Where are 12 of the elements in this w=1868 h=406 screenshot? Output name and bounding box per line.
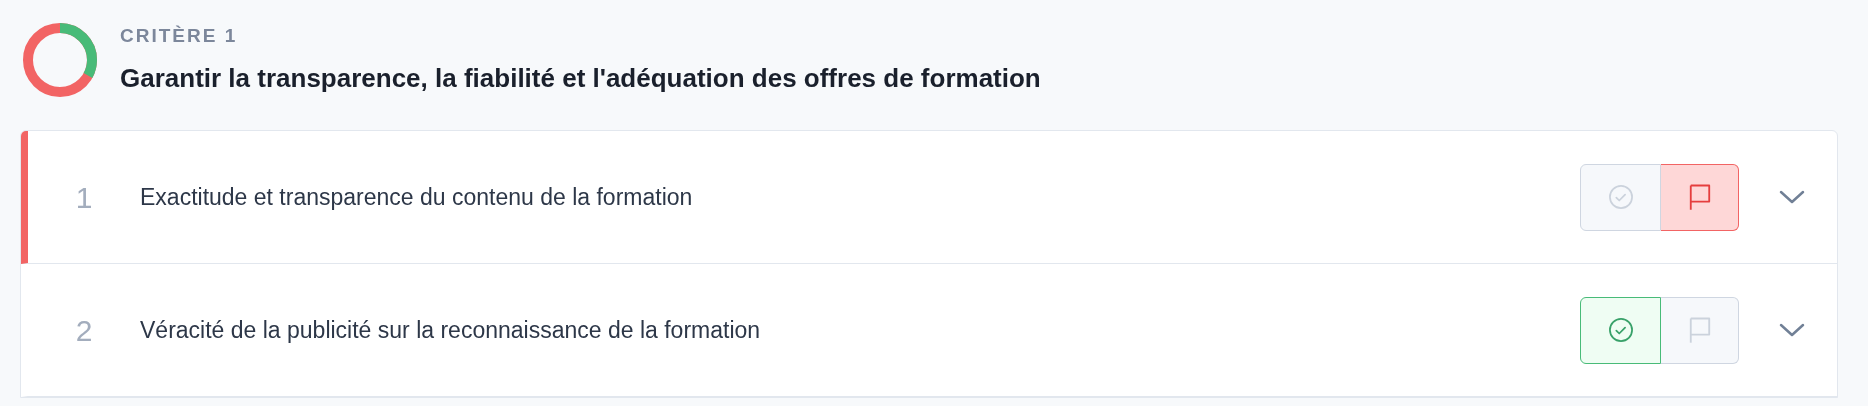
- validate-button[interactable]: [1580, 296, 1661, 364]
- criterion-label: CRITÈRE 1: [120, 24, 239, 49]
- indicator-number: 2: [74, 312, 94, 349]
- criterion-title: Garantir la transparence, la fiabilité et l'adéquation des offres de formation: [120, 61, 1041, 95]
- indicator-text: Véracité de la publicité sur la reconnaissance de la formation: [140, 315, 762, 345]
- progress-ring-icon: [20, 20, 100, 100]
- check-circle-icon: [1606, 183, 1635, 211]
- check-circle-icon: [1606, 316, 1635, 344]
- flag-button[interactable]: [1661, 163, 1739, 231]
- indicator-text: Exactitude et transparence du contenu de la formation: [140, 182, 694, 212]
- validate-button[interactable]: [1580, 163, 1661, 231]
- indicator-number: 1: [74, 179, 94, 216]
